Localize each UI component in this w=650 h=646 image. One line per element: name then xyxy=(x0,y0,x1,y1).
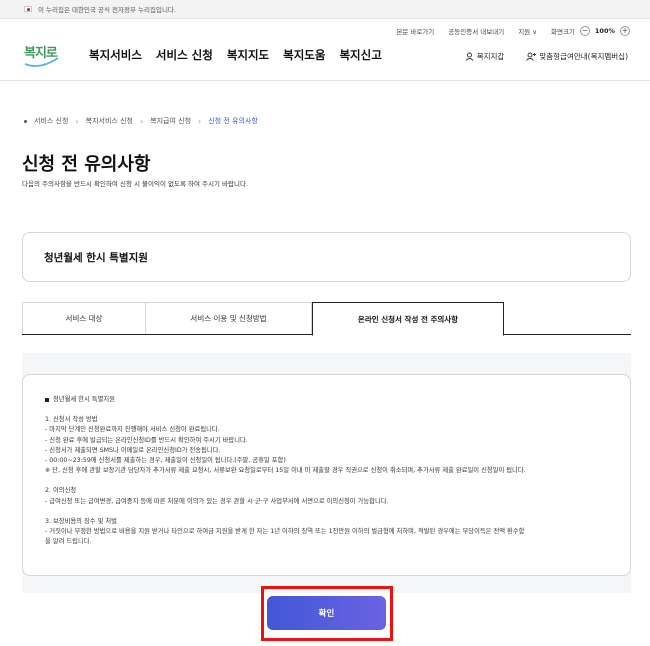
notice-line: - 급여신청 또는 급여변경, 급여중지 등에 따른 처분에 이의가 있는 경우… xyxy=(45,497,389,505)
tab-online-precautions[interactable]: 온라인 신청서 작성 전 주의사항 xyxy=(312,302,504,336)
zoom-control: 화면크기 − 100% + xyxy=(551,26,630,36)
zoom-in-button[interactable]: + xyxy=(620,26,630,36)
zoom-value: 100% xyxy=(594,27,615,35)
breadcrumb: 서비스 신청 › 복지서비스 신청 › 복지급여 신청 › 신청 전 유의사항 xyxy=(24,116,258,126)
notice-line: - 신청서가 제출되면 SMS나 이메일로 온라인신청ID가 전송됩니다. xyxy=(45,446,221,454)
nav-item-service-apply[interactable]: 서비스 신청 xyxy=(156,47,213,63)
notice-line: - 마지막 단계인 신청완료까지 진행해야 서비스 신청이 완료됩니다. xyxy=(45,426,220,434)
nav-item-welfare-help[interactable]: 복지도움 xyxy=(283,47,325,63)
logo-text: 복지로 xyxy=(24,46,58,61)
notice-heading: 청년월세 한시 특별지원 xyxy=(45,395,608,405)
service-name-card: 청년월세 한시 특별지원 xyxy=(22,232,631,282)
skip-to-content-link[interactable]: 본문 바로가기 xyxy=(396,26,434,36)
chevron-right-icon: › xyxy=(139,116,144,126)
zoom-label: 화면크기 xyxy=(550,28,575,36)
support-dropdown[interactable]: 지원 ∨ xyxy=(518,26,537,36)
notice-line: - 거짓이나 부정한 방법으로 비용을 지원 받거나 타인으로 하여금 지원을 … xyxy=(45,528,525,536)
membership-link[interactable]: 맞춤형급여안내(복지멤버십) xyxy=(526,51,628,62)
export-certificate-link[interactable]: 공동인증서 내보내기 xyxy=(448,26,504,36)
breadcrumb-item[interactable]: 서비스 신청 xyxy=(34,116,68,126)
square-bullet-icon xyxy=(45,398,49,403)
notice-line: - 00:00~23:59에 신청서를 제출하는 경우, 제출일이 신청일이 됩… xyxy=(45,457,286,465)
korea-flag-icon xyxy=(24,6,32,12)
right-nav: 복지지갑 맞춤형급여안내(복지멤버십) xyxy=(465,51,628,62)
notice-line: - 신청 완료 후에 발급되는 온라인신청ID를 반드시 확인하여 주시기 바랍… xyxy=(45,436,248,444)
welfare-wallet-link[interactable]: 복지지갑 xyxy=(465,51,505,62)
site-logo[interactable]: 복지로 xyxy=(22,40,62,70)
breadcrumb-item[interactable]: 복지서비스 신청 xyxy=(86,116,133,126)
membership-label: 맞춤형급여안내(복지멤버십) xyxy=(539,52,628,61)
nav-item-welfare-map[interactable]: 복지지도 xyxy=(227,47,269,63)
utility-bar: 본문 바로가기 공동인증서 내보내기 지원 ∨ 화면크기 − 100% + xyxy=(396,26,630,36)
welfare-wallet-label: 복지지갑 xyxy=(476,52,505,61)
header-divider xyxy=(0,80,650,81)
nav-item-welfare-report[interactable]: 복지신고 xyxy=(339,47,381,63)
main-nav: 복지서비스 서비스 신청 복지지도 복지도움 복지신고 xyxy=(89,47,382,63)
gov-banner-text: 이 누리집은 대한민국 공식 전자정부 누리집입니다. xyxy=(38,6,176,14)
notice-heading-text: 청년월세 한시 특별지원 xyxy=(53,396,115,403)
notice-line: ※ 단, 신청 후에 관할 보장기관 담당자가 추가서류 제출 요청시, 서류보… xyxy=(45,467,526,475)
section-title: 3. 보장비용의 징수 및 처벌 xyxy=(45,517,117,525)
breadcrumb-item[interactable]: 복지급여 신청 xyxy=(150,116,191,126)
confirm-button[interactable]: 확인 xyxy=(267,596,386,630)
section-title: 2. 이의신청 xyxy=(45,487,77,495)
person-icon xyxy=(465,52,474,61)
breadcrumb-current: 신청 전 유의사항 xyxy=(208,117,258,125)
person-add-icon xyxy=(526,52,537,61)
notice-box: 청년월세 한시 특별지원 1. 신청서 작성 방법 - 마지막 단계인 신청완료… xyxy=(22,374,631,576)
gov-banner: 이 누리집은 대한민국 공식 전자정부 누리집입니다. xyxy=(0,0,650,19)
zoom-out-button[interactable]: − xyxy=(579,26,590,36)
nav-item-welfare-service[interactable]: 복지서비스 xyxy=(89,47,142,63)
page-subtitle: 다음의 주의사항을 반드시 확인하여 신청 시 불이익이 없도록 하여 주시기 … xyxy=(22,180,249,188)
service-name: 청년월세 한시 특별지원 xyxy=(44,251,148,264)
tab-service-target[interactable]: 서비스 대상 xyxy=(22,302,146,334)
section-title: 1. 신청서 작성 방법 xyxy=(45,416,98,424)
notice-line: 을 알려 드립니다. xyxy=(45,538,92,546)
tab-usage-and-apply[interactable]: 서비스 이용 및 신청방법 xyxy=(146,302,312,334)
chevron-right-icon: › xyxy=(75,116,79,126)
breadcrumb-home-dot-icon xyxy=(24,119,27,123)
chevron-right-icon: › xyxy=(198,116,202,126)
tab-bar: 서비스 대상 서비스 이용 및 신청방법 온라인 신청서 작성 전 주의사항 xyxy=(22,302,631,336)
page-title: 신청 전 유의사항 xyxy=(22,154,151,175)
